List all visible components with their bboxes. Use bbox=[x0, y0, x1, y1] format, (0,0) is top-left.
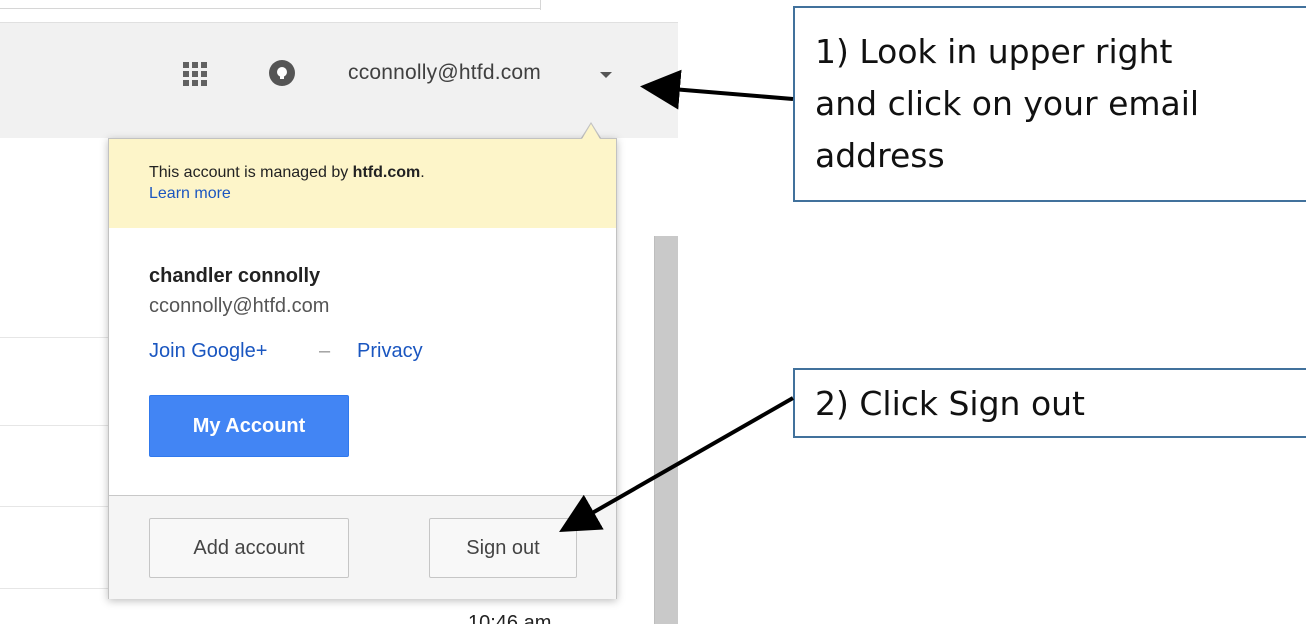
arrow-to-email bbox=[640, 69, 794, 110]
callout-arrows bbox=[559, 69, 794, 532]
arrow-to-sign-out bbox=[559, 396, 794, 532]
